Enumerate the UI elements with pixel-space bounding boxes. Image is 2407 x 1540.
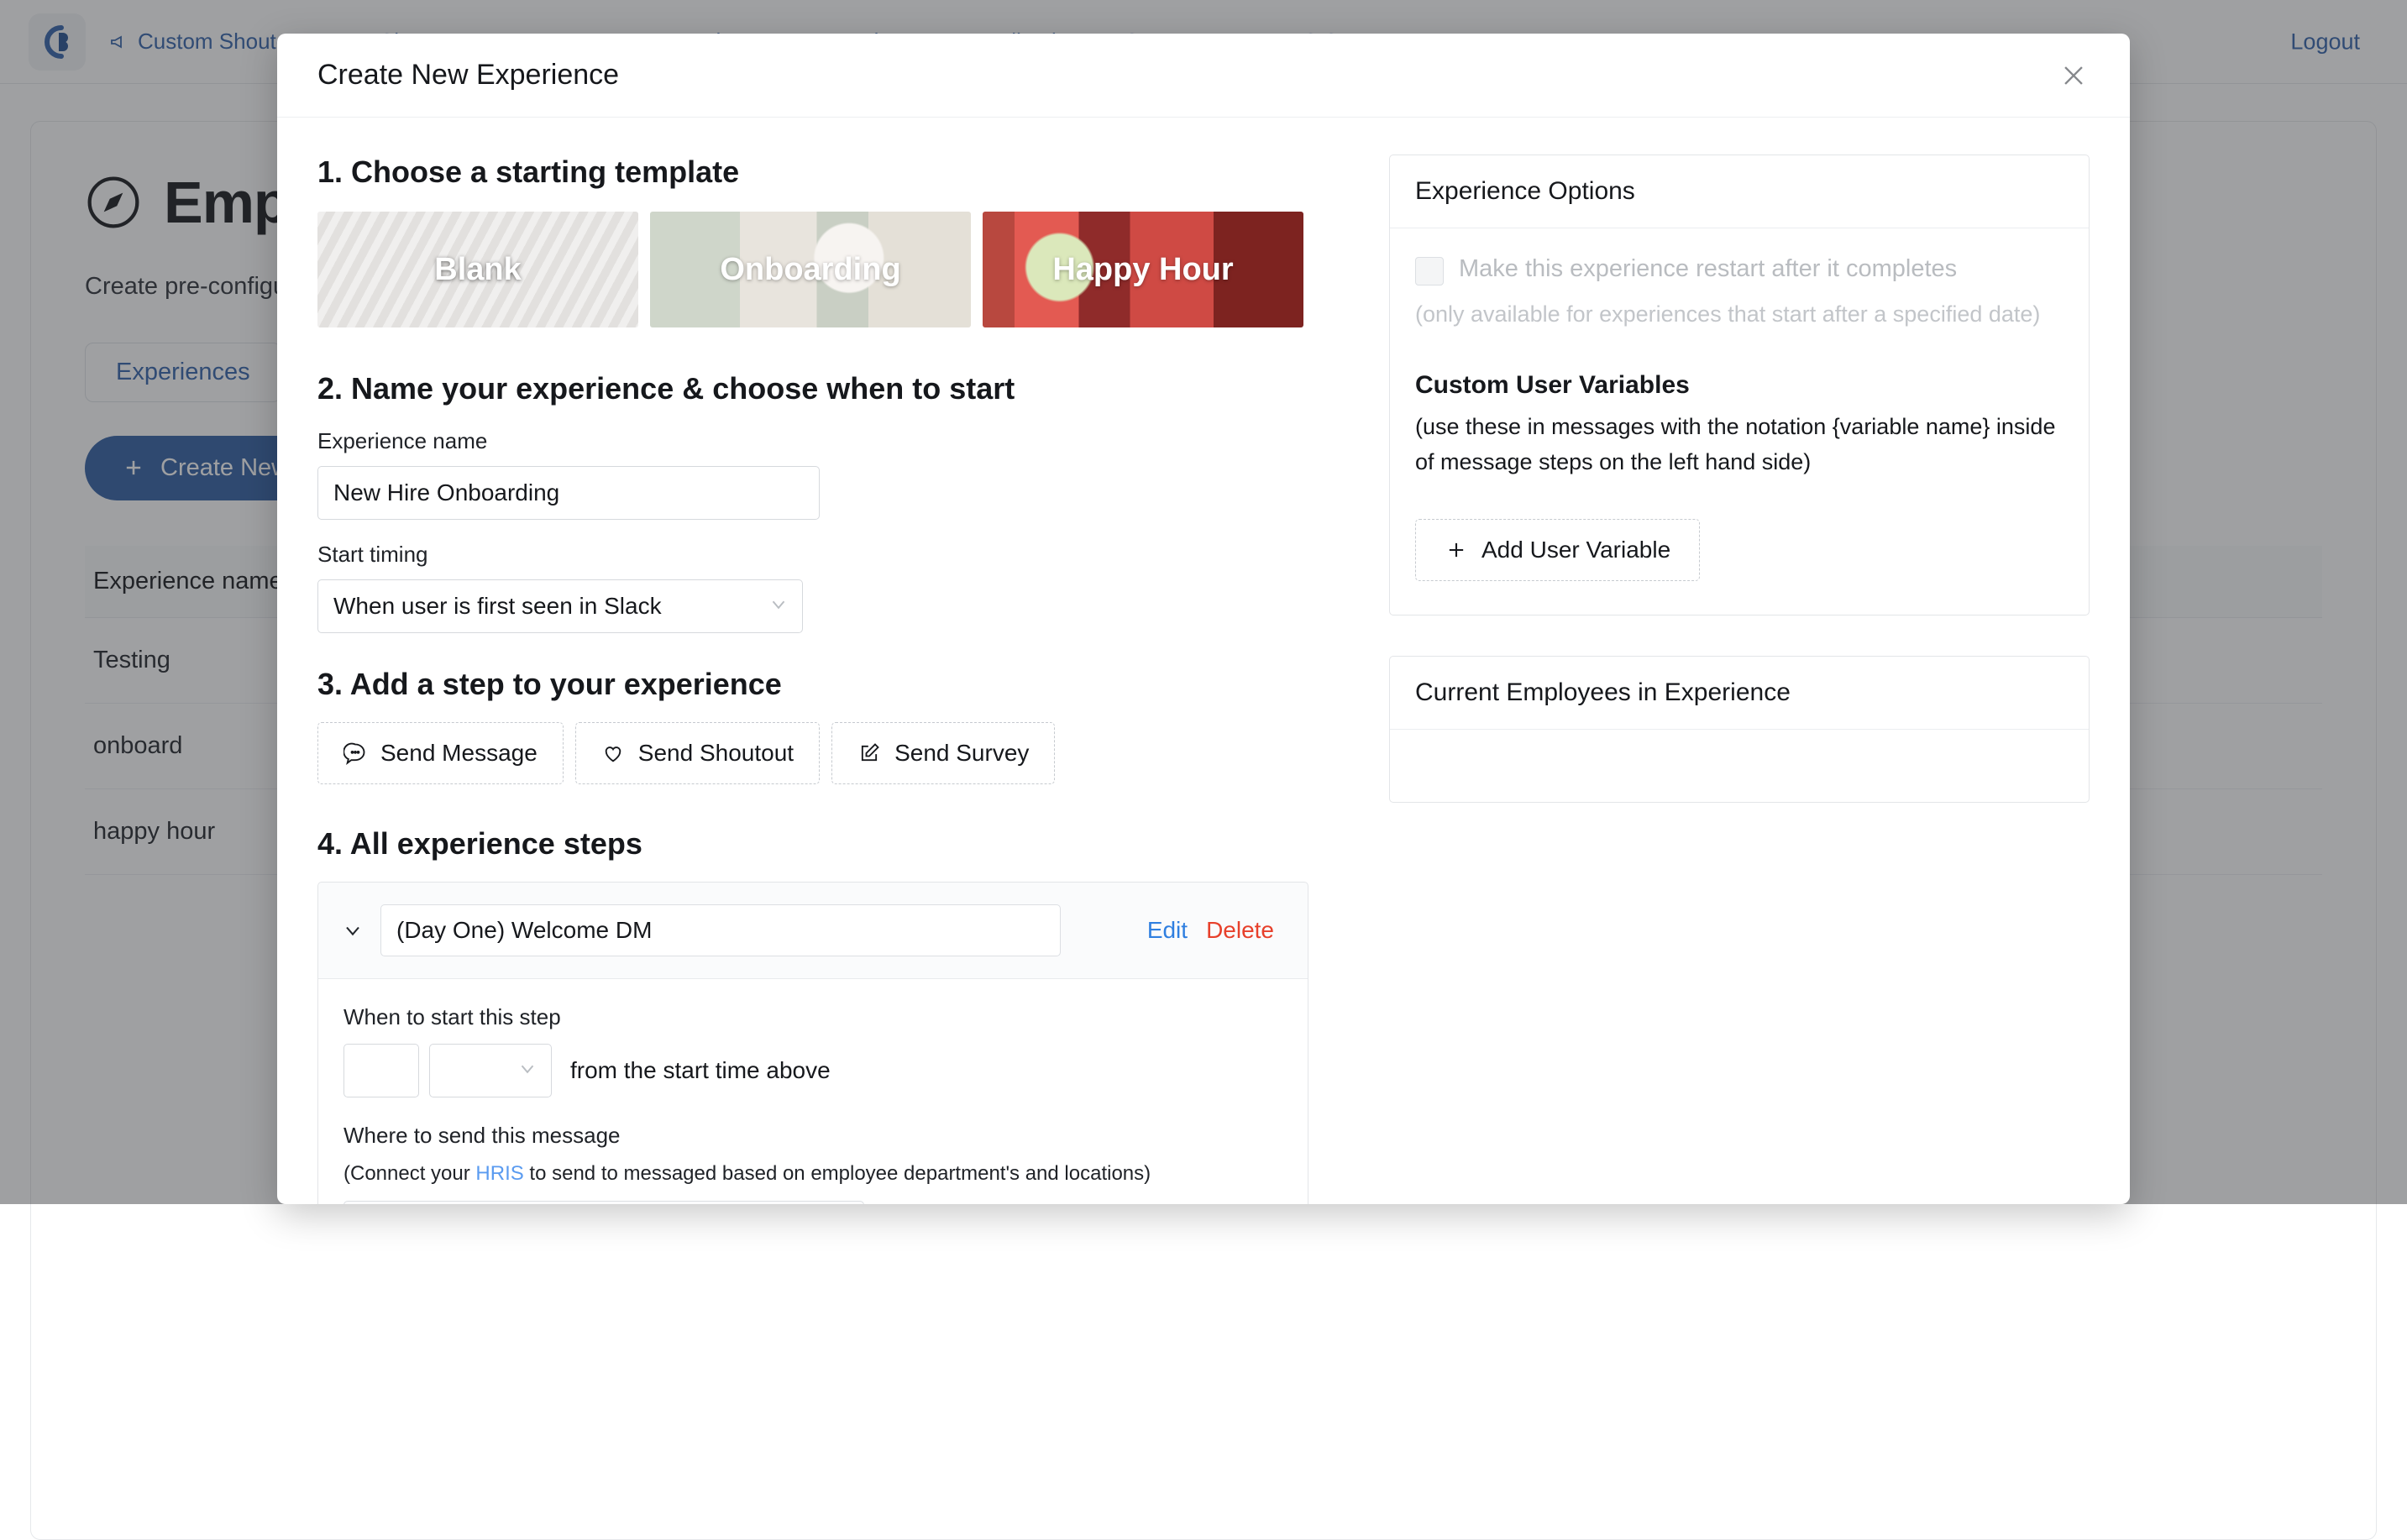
step-name-input[interactable] [380, 904, 1061, 956]
restart-checkbox-label: Make this experience restart after it co… [1459, 254, 1957, 285]
close-button[interactable] [2051, 53, 2096, 98]
close-icon [2059, 61, 2088, 90]
current-employees-panel: Current Employees in Experience [1389, 656, 2090, 803]
send-message-button[interactable]: Send Message [317, 722, 564, 784]
where-to-send-hint: (Connect your HRIS to send to messaged b… [343, 1162, 1282, 1186]
hint-prefix: (Connect your [343, 1162, 475, 1185]
restart-note: (only available for experiences that sta… [1415, 297, 2064, 333]
start-timing-select[interactable]: When user is first seen in Slack [317, 579, 803, 633]
step-collapse-toggle[interactable] [340, 919, 365, 942]
template-label: Onboarding [720, 252, 900, 288]
add-user-variable-button[interactable]: Add User Variable [1415, 519, 1700, 581]
step-delay-amount-input[interactable] [343, 1044, 419, 1097]
experience-step-card: Edit Delete When to start this step [317, 882, 1308, 1204]
restart-checkbox-row: Make this experience restart after it co… [1415, 254, 2064, 285]
template-card-onboarding[interactable]: Onboarding [650, 212, 971, 327]
experience-options-heading: Experience Options [1390, 155, 2089, 228]
chevron-down-icon [341, 919, 364, 942]
experience-options-panel: Experience Options Make this experience … [1389, 155, 2090, 615]
template-card-happy-hour[interactable]: Happy Hour [983, 212, 1303, 327]
add-user-variable-label: Add User Variable [1481, 537, 1670, 563]
restart-checkbox[interactable] [1415, 257, 1444, 285]
step-delay-unit-value [429, 1044, 552, 1097]
step-delay-unit-select[interactable] [429, 1044, 552, 1097]
message-icon [343, 741, 367, 765]
modal-body: 1. Choose a starting template Blank Onbo… [277, 118, 2130, 1204]
template-gallery: Blank Onboarding Happy Hour [317, 212, 1342, 327]
plus-icon [1445, 538, 1468, 562]
custom-user-variables-note: (use these in messages with the notation… [1415, 410, 2064, 480]
template-label: Happy Hour [1052, 252, 1233, 288]
template-card-blank[interactable]: Blank [317, 212, 638, 327]
experience-name-input[interactable] [317, 466, 820, 520]
experience-name-label: Experience name [317, 428, 1342, 454]
delete-step-link[interactable]: Delete [1206, 917, 1274, 944]
step-button-label: Send Message [380, 740, 538, 767]
modal-header: Create New Experience [277, 34, 2130, 118]
create-experience-modal: Create New Experience 1. Choose a starti… [277, 34, 2130, 1204]
modal-title: Create New Experience [317, 59, 619, 92]
step-button-label: Send Survey [894, 740, 1029, 767]
send-survey-button[interactable]: Send Survey [831, 722, 1055, 784]
template-label: Blank [434, 252, 521, 288]
when-to-start-label: When to start this step [343, 1004, 1282, 1030]
when-to-start-row: from the start time above [343, 1044, 1282, 1097]
step-card-body: When to start this step from the start t… [318, 978, 1308, 1204]
send-shoutout-button[interactable]: Send Shoutout [575, 722, 820, 784]
where-to-send-label: Where to send this message [343, 1123, 1282, 1149]
where-to-send-input[interactable] [343, 1201, 864, 1204]
edit-step-link[interactable]: Edit [1147, 917, 1188, 944]
custom-user-variables-title: Custom User Variables [1415, 371, 2064, 400]
step-actions: Edit Delete [1147, 917, 1286, 944]
step-card-header: Edit Delete [318, 883, 1308, 978]
modal-right-column: Experience Options Make this experience … [1389, 155, 2090, 1204]
section-3-heading: 3. Add a step to your experience [317, 667, 1342, 702]
hint-suffix: to send to messaged based on employee de… [524, 1162, 1151, 1185]
add-step-buttons: Send Message Send Shoutout Send Survey [317, 722, 1342, 784]
section-1-heading: 1. Choose a starting template [317, 155, 1342, 190]
hris-link[interactable]: HRIS [475, 1162, 523, 1185]
start-timing-label: Start timing [317, 542, 1342, 568]
current-employees-heading: Current Employees in Experience [1390, 657, 2089, 730]
step-button-label: Send Shoutout [638, 740, 794, 767]
section-2-heading: 2. Name your experience & choose when to… [317, 371, 1342, 406]
modal-left-column: 1. Choose a starting template Blank Onbo… [317, 155, 1342, 1204]
experience-options-body: Make this experience restart after it co… [1390, 228, 2089, 615]
start-timing-value: When user is first seen in Slack [317, 579, 803, 633]
current-employees-list [1390, 730, 2089, 802]
heart-icon [601, 741, 625, 765]
when-suffix-text: from the start time above [570, 1057, 831, 1084]
section-4-heading: 4. All experience steps [317, 826, 1342, 862]
edit-square-icon [857, 741, 881, 765]
